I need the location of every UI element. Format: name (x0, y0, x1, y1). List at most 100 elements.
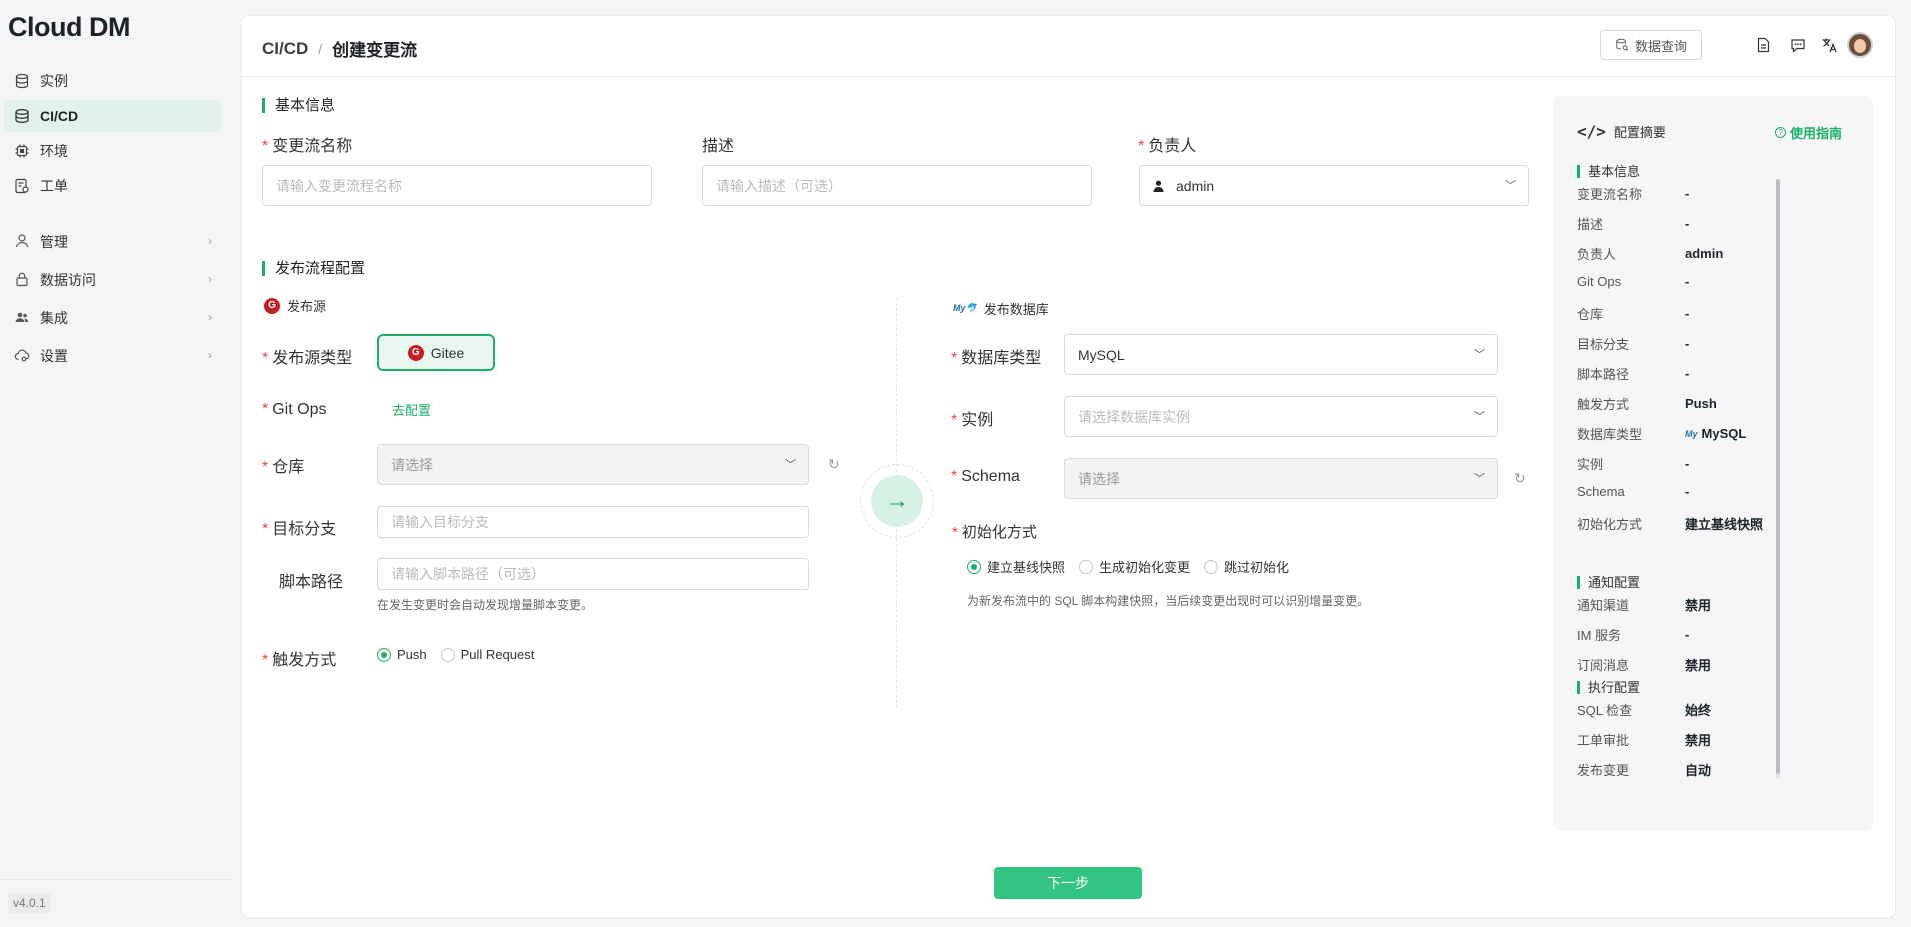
summary-value-text: 自动 (1685, 763, 1712, 778)
summary-key: 负责人 (1577, 247, 1617, 262)
flow-arrow: → (860, 464, 934, 538)
sidebar-item-environments[interactable]: 环境 (4, 135, 222, 167)
trigger-pull-request-radio[interactable]: Pull Request (440, 647, 534, 662)
summary-value: My MySQL (1685, 424, 1746, 443)
data-query-button[interactable]: 数据查询 (1600, 30, 1702, 60)
sidebar-item-instances[interactable]: 实例 (4, 65, 222, 97)
app-logo[interactable]: Cloud DM (8, 12, 130, 43)
document-icon[interactable] (1754, 36, 1772, 54)
sidebar-item-label: 工单 (40, 178, 68, 194)
owner-select[interactable]: admin ﹀ (1139, 165, 1529, 206)
top-bar: CI/CD / 创建变更流 数据查询 (242, 16, 1895, 77)
branch-input[interactable]: 请输入目标分支 (377, 506, 809, 538)
sidebar-item-label: 数据访问 (40, 272, 96, 288)
sidebar-item-data-access[interactable]: 数据访问 › (4, 263, 222, 297)
sidebar-item-label: 集成 (40, 310, 68, 326)
summary-value-text: - (1685, 186, 1690, 201)
summary-row: 触发方式 Push (1577, 394, 1837, 413)
db-type-label: * 数据库类型 (951, 350, 1042, 367)
init-method-label: * 初始化方式 (952, 524, 1037, 541)
summary-key: 目标分支 (1577, 337, 1630, 352)
help-icon: ? (1775, 127, 1786, 138)
summary-value-text: - (1685, 306, 1690, 321)
summary-row: 数据库类型 My MySQL (1577, 424, 1837, 443)
instance-select[interactable]: 请选择数据库实例 ﹀ (1064, 396, 1498, 437)
chevron-down-icon: ﹀ (1474, 472, 1485, 485)
init-skip-radio[interactable]: 跳过初始化 (1204, 557, 1289, 576)
summary-key: 发布变更 (1577, 763, 1630, 778)
target-title: My🐬 发布数据库 (953, 302, 1049, 317)
chat-icon[interactable] (1789, 36, 1807, 54)
chevron-right-icon: › (208, 310, 212, 324)
summary-row: 目标分支 - (1577, 334, 1837, 353)
summary-scrollbar[interactable] (1776, 179, 1780, 779)
summary-value: 建立基线快照 (1685, 514, 1763, 533)
mysql-icon: My🐬 (953, 303, 977, 313)
summary-value-text: MySQL (1701, 426, 1747, 441)
trigger-label: * 触发方式 (262, 652, 337, 669)
summary-section-notify: 通知配置 (1577, 576, 1640, 589)
instance-label: * 实例 (951, 412, 994, 429)
init-generate-radio[interactable]: 生成初始化变更 (1079, 557, 1190, 576)
summary-value: 始终 (1685, 700, 1711, 719)
summary-row: 仓库 - (1577, 304, 1837, 323)
cloud-gear-icon (14, 349, 30, 362)
source-type-gitee-button[interactable]: G Gitee (377, 334, 495, 371)
flow-name-label: * 变更流名称 (262, 138, 353, 155)
config-summary-panel: </> 配置摘要 ? 使用指南 基本信息 变更流名称 - 描述 - 负责人 admin Gi… (1553, 96, 1873, 831)
summary-value: - (1685, 625, 1689, 644)
init-method-hint: 为新发布流中的 SQL 脚本构建快照，当后续变更出现时可以识别增量变更。 (967, 594, 1370, 608)
sidebar-item-settings[interactable]: 设置 › (4, 339, 222, 373)
summary-row: 订阅消息 禁用 (1577, 655, 1837, 674)
source-title: G 发布源 (264, 296, 326, 315)
summary-value-text: 建立基线快照 (1685, 517, 1764, 532)
description-label: 描述 (702, 138, 735, 155)
summary-value: - (1685, 334, 1689, 353)
sidebar-item-admin[interactable]: 管理 › (4, 225, 222, 259)
summary-row: 变更流名称 - (1577, 184, 1837, 203)
chevron-down-icon: ﹀ (1505, 179, 1516, 192)
repo-select[interactable]: 请选择 ﹀ (377, 444, 809, 485)
chevron-right-icon: › (208, 348, 212, 362)
sidebar-item-cicd[interactable]: CI/CD (4, 100, 222, 132)
database-icon (15, 73, 29, 89)
schema-label: * Schema (951, 468, 1020, 485)
translate-icon[interactable] (1820, 36, 1838, 54)
sidebar-item-label: 实例 (40, 73, 68, 89)
init-baseline-radio[interactable]: 建立基线快照 (967, 557, 1065, 576)
avatar[interactable] (1847, 32, 1873, 58)
summary-value: 禁用 (1685, 595, 1711, 614)
db-type-select[interactable]: MySQL ﹀ (1064, 334, 1498, 375)
gitops-configure-link[interactable]: 去配置 (392, 400, 431, 419)
usage-guide-link[interactable]: ? 使用指南 (1775, 123, 1842, 142)
schema-refresh-icon[interactable]: ↻ (1514, 470, 1526, 487)
script-path-input[interactable]: 请输入脚本路径（可选） (377, 558, 809, 590)
ticket-icon (15, 178, 29, 194)
summary-value: - (1685, 304, 1689, 323)
script-path-label: 脚本路径 (279, 574, 344, 591)
arrow-right-icon: → (871, 475, 923, 527)
page-title: 创建变更流 (332, 41, 418, 60)
breadcrumb-root[interactable]: CI/CD (262, 39, 308, 59)
repo-refresh-icon[interactable]: ↻ (828, 456, 840, 473)
summary-row: 通知渠道 禁用 (1577, 595, 1837, 614)
summary-value-text: Push (1685, 396, 1717, 411)
chevron-right-icon: › (208, 234, 212, 248)
section-basic-info: 基本信息 (262, 98, 335, 113)
summary-value-text: - (1685, 216, 1690, 231)
sidebar-nav: 实例 CI/CD 环境 工单 (0, 62, 240, 205)
summary-value: - (1685, 184, 1689, 203)
description-input[interactable]: 请输入描述（可选） (702, 165, 1092, 206)
script-path-hint: 在发生变更时会自动发现增量脚本变更。 (377, 598, 594, 612)
chevron-down-icon: ﹀ (785, 458, 796, 471)
sidebar-item-integrations[interactable]: 集成 › (4, 301, 222, 335)
summary-key: IM 服务 (1577, 628, 1622, 643)
summary-value: 禁用 (1685, 730, 1711, 749)
trigger-push-radio[interactable]: Push (377, 647, 427, 662)
gitee-icon: G (407, 344, 424, 361)
summary-row: SQL 检查 始终 (1577, 700, 1837, 719)
next-step-button[interactable]: 下一步 (994, 867, 1142, 899)
sidebar-item-tickets[interactable]: 工单 (4, 170, 222, 202)
flow-name-input[interactable]: 请输入变更流程名称 (262, 165, 652, 206)
schema-select[interactable]: 请选择 ﹀ (1064, 458, 1498, 499)
